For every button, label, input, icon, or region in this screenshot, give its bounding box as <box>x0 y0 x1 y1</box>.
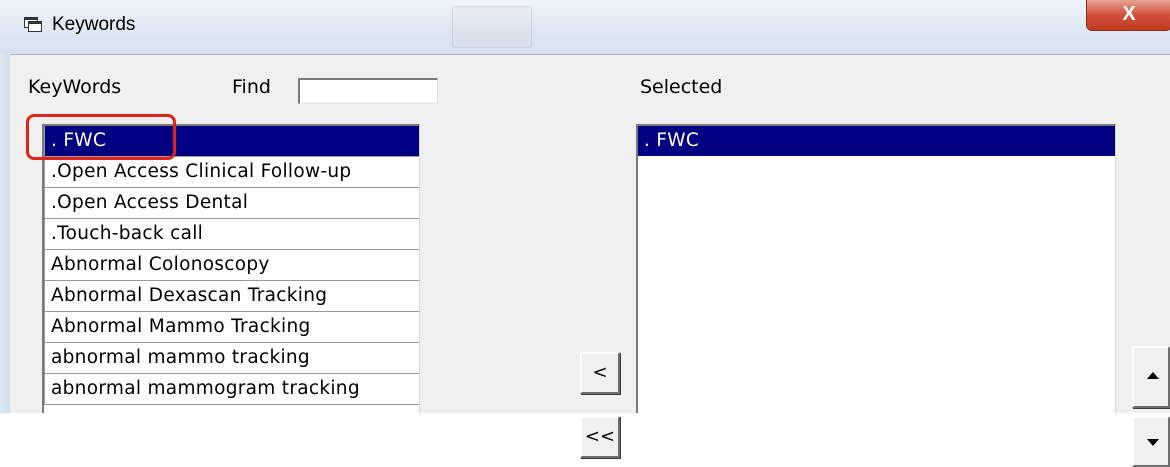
remove-button[interactable]: < <box>580 352 620 394</box>
list-item[interactable]: .Open Access Clinical Follow-up <box>44 157 419 188</box>
move-down-button[interactable] <box>1132 416 1170 467</box>
list-item[interactable]: Abnormal Dexascan Tracking <box>44 281 419 312</box>
list-item[interactable]: .Open Access Dental <box>44 188 419 219</box>
triangle-up-icon <box>1147 372 1159 379</box>
window-title: Keywords <box>52 14 136 35</box>
keywords-listbox[interactable]: . FWC .Open Access Clinical Follow-up .O… <box>42 124 420 413</box>
keywords-label: KeyWords <box>28 76 122 98</box>
find-input[interactable] <box>298 78 438 104</box>
move-up-button[interactable] <box>1132 346 1170 408</box>
list-item[interactable]: Abnormal Colonoscopy <box>44 250 419 281</box>
window-border <box>0 54 10 413</box>
background-button <box>452 6 532 48</box>
list-item[interactable]: abnormal mammogram tracking <box>44 374 419 405</box>
list-item[interactable]: abnormal mammo tracking <box>44 343 419 374</box>
remove-all-button[interactable]: << <box>580 416 620 458</box>
find-label: Find <box>232 76 271 98</box>
selected-label: Selected <box>640 76 723 98</box>
list-item[interactable]: . FWC <box>44 126 419 157</box>
selected-list-item[interactable]: . FWC <box>638 126 1115 156</box>
dialog-content: KeyWords Find Selected . FWC .Open Acces… <box>10 54 1170 467</box>
triangle-down-icon <box>1147 439 1159 446</box>
list-item[interactable]: .Touch-back call <box>44 219 419 250</box>
close-button[interactable]: X <box>1086 0 1170 31</box>
title-bar: Keywords X <box>0 0 1170 54</box>
window-icon <box>24 17 42 32</box>
selected-listbox[interactable]: . FWC <box>636 124 1116 413</box>
list-item[interactable]: Abnormal Mammo Tracking <box>44 312 419 343</box>
